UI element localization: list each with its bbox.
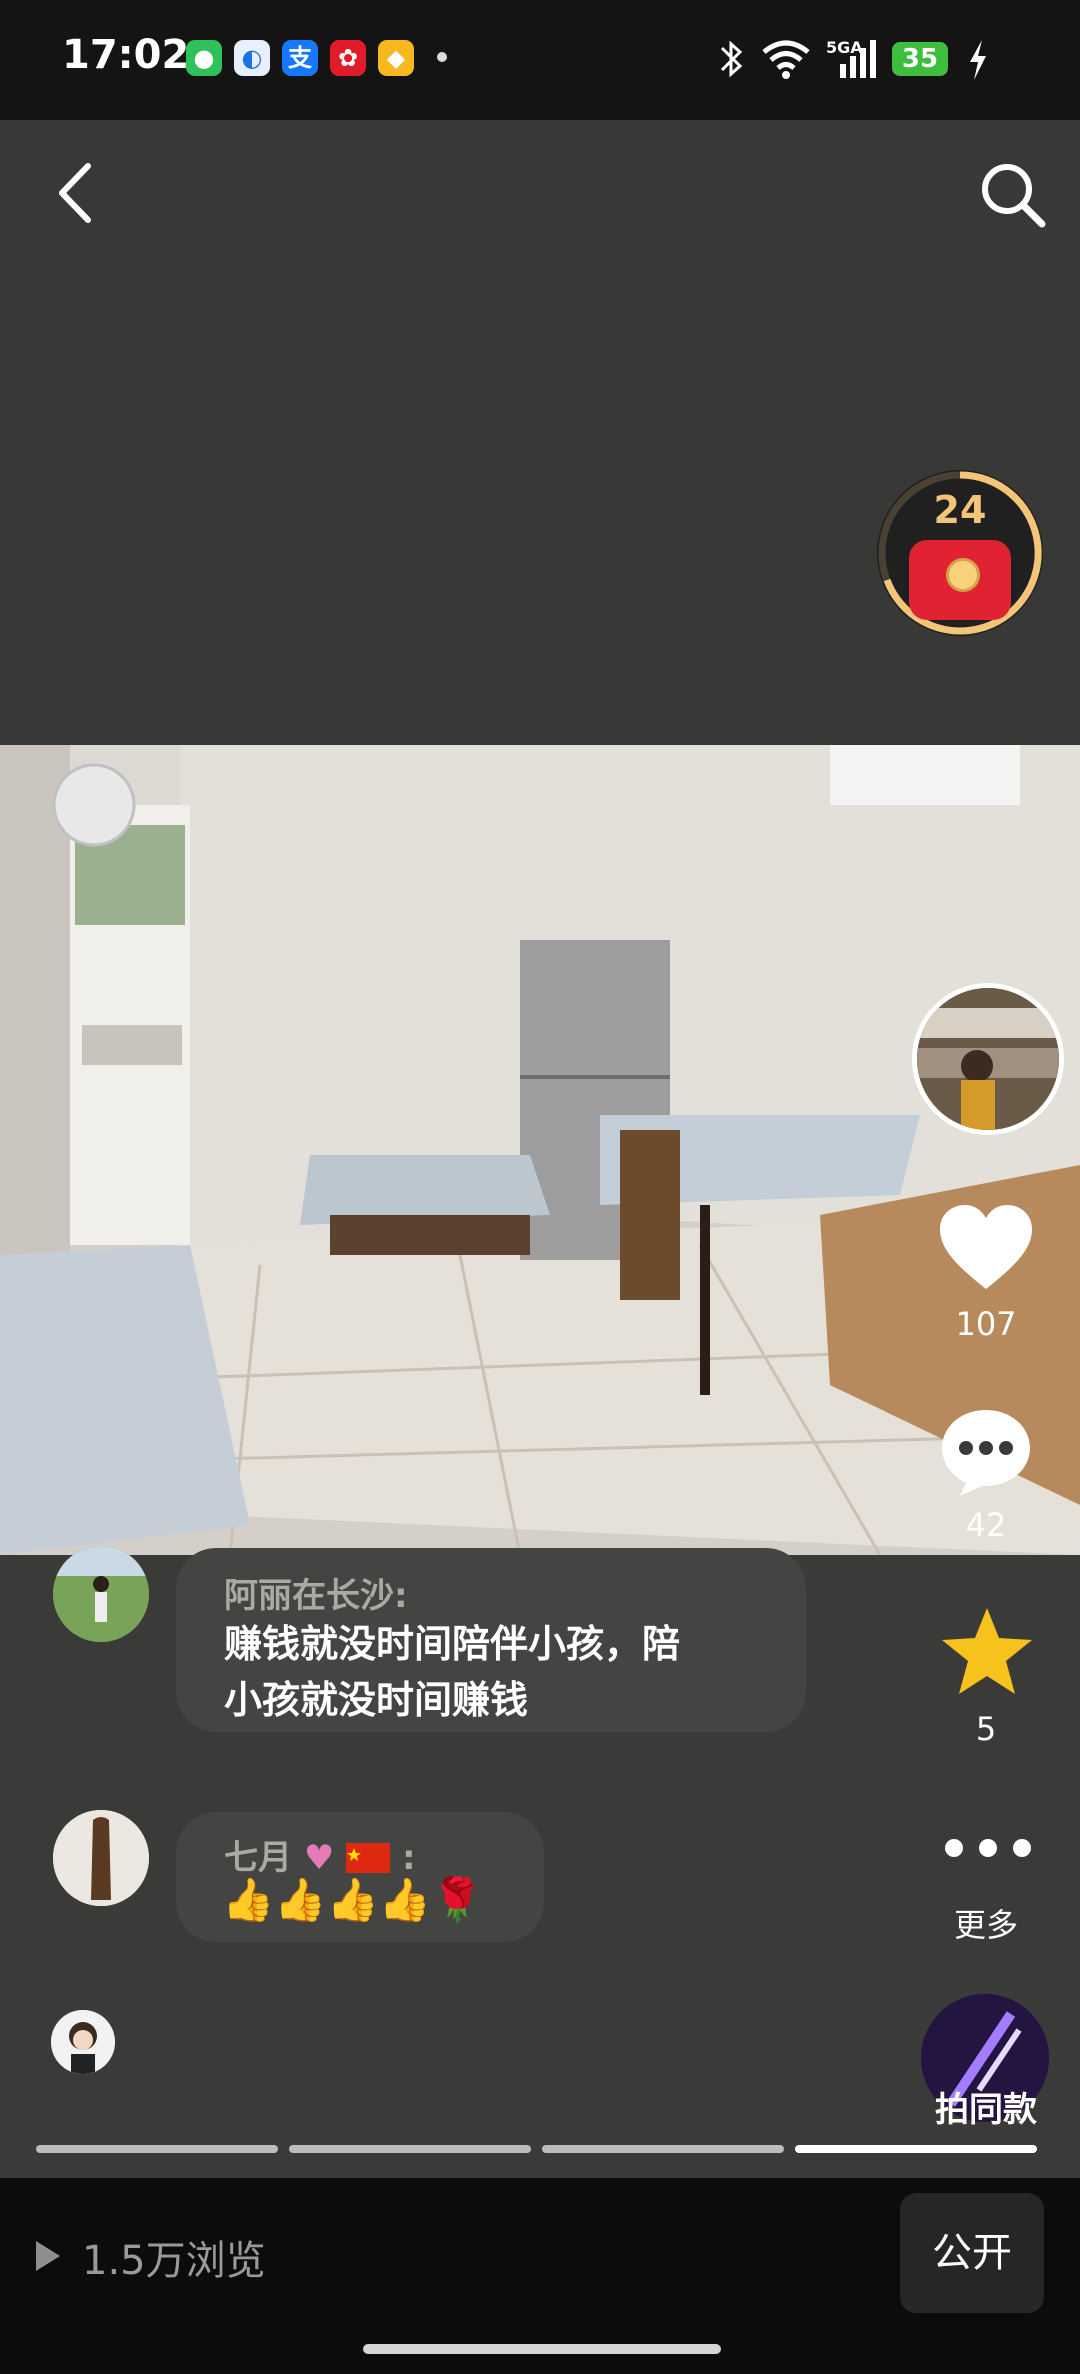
view-count: 1.5万浏览 [82,2238,266,2284]
signal-icon [840,40,876,78]
comment-avatar[interactable] [51,2010,115,2074]
play-icon [36,2241,60,2271]
comment-avatar-image [53,1546,149,1642]
status-time: 17:02 [62,32,190,78]
bluetooth-icon [720,40,743,78]
room-photo-illustration [0,745,1080,1555]
battery-level: 35 [892,42,948,76]
search-button[interactable] [978,160,1048,230]
comment-avatar[interactable] [53,1810,149,1906]
author-avatar-image [917,988,1059,1130]
red-packet-timer[interactable]: 24 [877,470,1043,636]
comment-avatar-image [51,2010,115,2074]
post-photo[interactable] [0,745,1080,1555]
wifi-icon [762,40,810,79]
like-count: 107 [955,1305,1017,1343]
red-packet-icon [909,540,1011,620]
china-flag-icon [346,1843,391,1873]
alipay-icon: 支 [282,40,318,76]
visibility-public-button[interactable]: 公开 [900,2193,1044,2313]
back-button[interactable] [52,160,96,226]
comment-bubble[interactable]: 七月 ♥ : 👍👍👍👍🌹 [176,1812,544,1942]
same-style-label: 拍同款 [935,2090,1037,2130]
like-button[interactable] [938,1203,1034,1293]
more-label[interactable]: 更多 [926,1900,1046,1946]
charging-icon [970,40,986,80]
comment-text-line: 小孩就没时间赚钱 [224,1678,529,1722]
favorite-star-button[interactable] [940,1606,1034,1698]
comment-avatar[interactable] [53,1546,149,1642]
more-icon[interactable] [944,1836,1032,1860]
wechat-icon: ● [186,40,222,76]
top-blank-area [0,120,1080,745]
browser-icon: ◐ [234,40,270,76]
progress-segment [289,2145,531,2153]
taobao-icon: ✿ [330,40,366,76]
status-bar: 17:02 ● ◐ 支 ✿ ◆ 5GA 35 [0,0,1080,120]
red-packet-count: 24 [933,488,987,532]
home-indicator[interactable] [363,2344,721,2354]
comment-text-line: 赚钱就没时间陪伴小孩，陪 [224,1622,681,1666]
progress-segment [36,2145,278,2153]
coupon-icon: ◆ [378,40,414,76]
comment-count: 42 [965,1506,1007,1544]
more-notifications-dot [437,52,447,62]
red-packet-seal [946,558,980,592]
comment-emoji-text: 👍👍👍👍🌹 [222,1875,484,1924]
progress-segment [542,2145,784,2153]
favorite-count: 5 [975,1710,997,1748]
comment-avatar-image [53,1810,149,1906]
progress-segment-active [795,2145,1037,2153]
author-avatar[interactable] [912,983,1064,1135]
comment-author: 阿丽在长沙: [224,1576,408,1616]
comment-button[interactable] [938,1406,1034,1498]
comment-bubble[interactable]: 阿丽在长沙: 赚钱就没时间陪伴小孩，陪 小孩就没时间赚钱 [176,1548,806,1732]
